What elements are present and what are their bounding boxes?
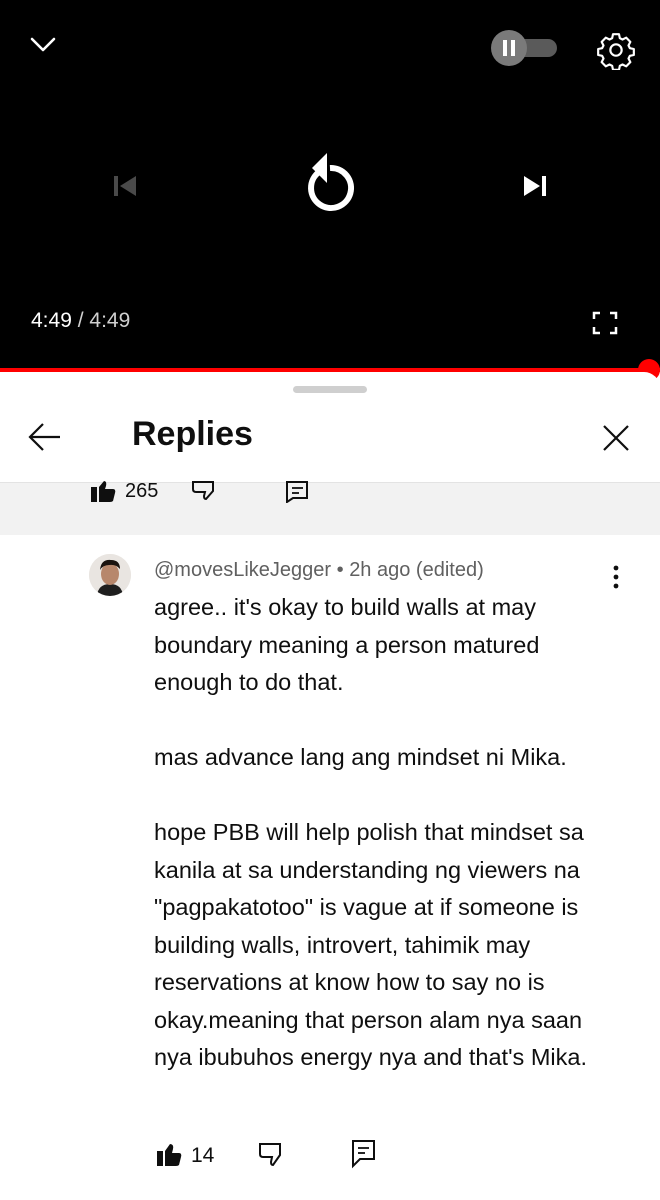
fullscreen-icon[interactable] (591, 310, 619, 336)
current-time: 4:49 (31, 309, 72, 332)
close-icon[interactable] (600, 422, 632, 454)
comment-author[interactable]: @movesLikeJegger (154, 559, 331, 581)
comment-paragraph: hope PBB will help polish that mindset s… (154, 819, 587, 1070)
comment-paragraph: agree.. it's okay to build walls at may … (154, 594, 540, 695)
thumbs-down-icon[interactable] (258, 1142, 286, 1168)
panel-title: Replies (132, 415, 253, 453)
chevron-down-icon[interactable] (28, 32, 58, 56)
pause-icon (503, 40, 515, 56)
avatar[interactable] (89, 554, 131, 596)
time-display: 4:49 / 4:49 (31, 309, 130, 333)
more-options-icon[interactable] (609, 564, 623, 590)
drag-handle[interactable] (293, 386, 367, 393)
avatar-image (89, 554, 131, 596)
parent-like-count: 265 (125, 480, 159, 502)
comment-time: 2h ago (edited) (349, 559, 484, 581)
comment-body: agree.. it's okay to build walls at may … (154, 589, 624, 1077)
like-count: 14 (191, 1144, 215, 1167)
next-icon[interactable] (520, 172, 550, 200)
reply-comment-icon[interactable] (285, 481, 311, 503)
back-arrow-icon[interactable] (26, 421, 64, 453)
gear-icon[interactable] (596, 30, 636, 70)
time-separator: / (71, 309, 90, 332)
meta-dot: • (331, 559, 350, 581)
replay-icon[interactable] (299, 150, 361, 216)
comment-paragraph: mas advance lang ang mindset ni Mika. (154, 744, 567, 770)
thumbs-down-icon[interactable] (191, 481, 219, 501)
reply-comment-icon[interactable] (351, 1139, 377, 1169)
comment-meta: @movesLikeJegger • 2h ago (edited) (154, 559, 484, 582)
thumbs-up-filled-icon[interactable] (155, 1142, 183, 1168)
autoplay-toggle[interactable] (491, 30, 557, 66)
video-player[interactable]: 4:49 / 4:49 (0, 0, 660, 372)
thumbs-up-filled-icon[interactable] (89, 481, 117, 503)
duration: 4:49 (89, 309, 131, 332)
previous-icon[interactable] (110, 172, 140, 200)
